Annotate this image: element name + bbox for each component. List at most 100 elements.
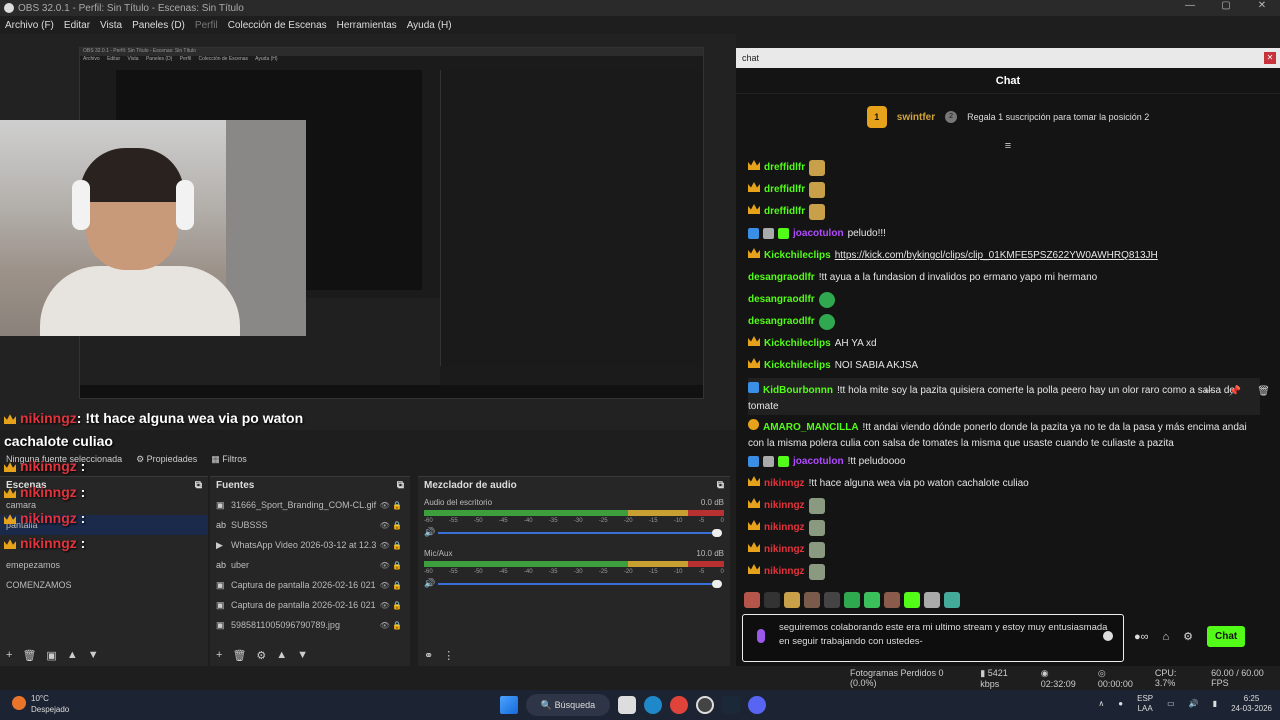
visibility-lock-icons[interactable]: 👁 🔒	[380, 541, 410, 550]
chat-user[interactable]: nikinngz	[764, 520, 805, 536]
weather-widget[interactable]: 10°C Despejado	[12, 693, 69, 715]
source-item[interactable]: ▣ Captura de pantalla 2026-02-16 021 👁 🔒	[210, 575, 410, 595]
users-icon[interactable]: ●∞	[1134, 631, 1149, 643]
maximize-button[interactable]: ▢	[1208, 0, 1244, 11]
battery-icon[interactable]: ▮	[1213, 699, 1217, 709]
source-item[interactable]: ▣ 31666_Sport_Branding_COM-CL.gif 👁 🔒	[210, 495, 410, 515]
chat-link[interactable]: https://kick.com/bykingcl/clips/clip_01K…	[835, 250, 1158, 261]
menu-paneles[interactable]: Paneles (D)	[127, 20, 190, 31]
gift-user[interactable]: swintfer	[897, 112, 935, 123]
volume-icon[interactable]: 🔊	[1189, 699, 1199, 709]
scene-item[interactable]: COMENZAMOS	[0, 575, 208, 595]
speaker-icon[interactable]: 🔊	[424, 578, 435, 589]
emoji-icon[interactable]	[1103, 631, 1113, 641]
menu-vista[interactable]: Vista	[95, 20, 127, 31]
filter-scene-icon[interactable]: ▣	[46, 649, 56, 662]
chat-user[interactable]: Kickchileclips	[764, 248, 831, 264]
source-item[interactable]: ab SUBSSS 👁 🔒	[210, 515, 410, 535]
source-item[interactable]: ▶ WhatsApp Video 2026-03-12 at 12.3 👁 🔒	[210, 535, 410, 555]
source-up-icon[interactable]: ▲	[276, 649, 287, 661]
chat-user[interactable]: desangraodlfr	[748, 314, 815, 330]
menu-archivo[interactable]: Archivo (F)	[0, 20, 59, 31]
chat-user[interactable]: AMARO_MANCILLA	[763, 422, 859, 433]
more-icon[interactable]: ⋮	[443, 649, 454, 662]
chat-user[interactable]: desangraodlfr	[748, 292, 815, 308]
menu-coleccion[interactable]: Colección de Escenas	[223, 20, 332, 31]
close-button[interactable]: ✕	[1244, 0, 1280, 11]
chat-user[interactable]: dreffidlfr	[764, 204, 805, 220]
chat-user[interactable]: desangraodlfr	[748, 270, 815, 286]
visibility-lock-icons[interactable]: 👁 🔒	[380, 581, 410, 590]
dock-float-icon[interactable]: ⧉	[717, 480, 724, 492]
emote-icon[interactable]	[824, 592, 840, 608]
microphone-icon[interactable]	[757, 629, 765, 643]
gear-icon[interactable]: ⚙	[1183, 630, 1193, 643]
chat-user[interactable]: KidBourbonnn	[763, 385, 833, 396]
chat-user[interactable]: joacotulon	[793, 454, 844, 470]
properties-button[interactable]: ⚙ Propiedades	[136, 454, 197, 465]
emote-icon[interactable]	[864, 592, 880, 608]
chrome-icon[interactable]	[670, 696, 688, 714]
remove-source-icon[interactable]: 🗑	[232, 649, 246, 662]
source-item[interactable]: ab uber 👁 🔒	[210, 555, 410, 575]
emote-icon[interactable]	[764, 592, 780, 608]
pinned-toggle-icon[interactable]: ≡	[736, 140, 1280, 154]
minimize-button[interactable]: —	[1172, 0, 1208, 11]
add-source-icon[interactable]: +	[216, 649, 222, 661]
dock-float-icon[interactable]: ⧉	[397, 480, 404, 492]
link-icon[interactable]: ⚭	[424, 649, 433, 662]
emote-icon[interactable]	[804, 592, 820, 608]
visibility-lock-icons[interactable]: 👁 🔒	[380, 621, 410, 630]
menu-editar[interactable]: Editar	[59, 20, 95, 31]
pin-icon[interactable]: 📌	[1229, 386, 1241, 397]
chat-user[interactable]: nikinngz	[764, 498, 805, 514]
edge-icon[interactable]	[644, 696, 662, 714]
close-icon[interactable]: ✕	[1264, 52, 1276, 64]
file-explorer-icon[interactable]	[618, 696, 636, 714]
emote-icon[interactable]	[884, 592, 900, 608]
chat-input[interactable]: seguiremos colaborando este era mi ultim…	[742, 614, 1124, 662]
add-scene-icon[interactable]: +	[6, 649, 12, 661]
delete-icon[interactable]: 🗑	[1257, 386, 1270, 397]
chat-user[interactable]: nikinngz	[764, 542, 805, 558]
chat-user[interactable]: dreffidlfr	[764, 160, 805, 176]
chat-user[interactable]: nikinngz	[764, 564, 805, 580]
chat-user[interactable]: Kickchileclips	[764, 336, 831, 352]
gear-icon[interactable]: ⚙	[256, 649, 266, 662]
source-down-icon[interactable]: ▼	[297, 649, 308, 661]
scene-down-icon[interactable]: ▼	[88, 649, 99, 661]
visibility-lock-icons[interactable]: 👁 🔒	[380, 561, 410, 570]
emote-icon[interactable]	[784, 592, 800, 608]
taskbar-search[interactable]: 🔍 Búsqueda	[526, 694, 610, 716]
visibility-lock-icons[interactable]: 👁 🔒	[380, 521, 410, 530]
visibility-lock-icons[interactable]: 👁 🔒	[380, 601, 410, 610]
scene-item[interactable]: emepezamos	[0, 555, 208, 575]
remove-scene-icon[interactable]: 🗑	[22, 649, 36, 662]
emote-icon[interactable]	[944, 592, 960, 608]
app-tray-icon[interactable]: ●	[1118, 699, 1123, 709]
chat-user[interactable]: nikinngz	[764, 476, 805, 492]
chat-user[interactable]: Kickchileclips	[764, 358, 831, 374]
chevron-up-icon[interactable]: ∧	[1098, 699, 1104, 709]
dock-float-icon[interactable]: ⧉	[195, 480, 202, 492]
source-item[interactable]: ▣ Captura de pantalla 2026-02-16 021 👁 🔒	[210, 595, 410, 615]
emote-icon[interactable]	[904, 592, 920, 608]
discord-icon[interactable]	[748, 696, 766, 714]
menu-perfil[interactable]: Perfil	[190, 20, 223, 31]
reply-icon[interactable]: ↩	[1204, 386, 1212, 397]
volume-slider[interactable]: 🔊	[424, 527, 724, 539]
steam-icon[interactable]	[722, 696, 740, 714]
clock[interactable]: 6:25 24-03-2026	[1231, 694, 1272, 714]
visibility-lock-icons[interactable]: 👁 🔒	[380, 501, 410, 510]
network-icon[interactable]: ▭	[1167, 699, 1175, 709]
speaker-icon[interactable]: 🔊	[424, 527, 435, 538]
store-icon[interactable]: ⌂	[1163, 631, 1170, 643]
chat-user[interactable]: joacotulon	[793, 226, 844, 242]
scene-up-icon[interactable]: ▲	[67, 649, 78, 661]
source-item[interactable]: ▣ 5985811005096790789.jpg 👁 🔒	[210, 615, 410, 635]
menu-herramientas[interactable]: Herramientas	[332, 20, 402, 31]
emote-icon[interactable]	[924, 592, 940, 608]
chat-user[interactable]: dreffidlfr	[764, 182, 805, 198]
emote-icon[interactable]	[844, 592, 860, 608]
volume-slider[interactable]: 🔊	[424, 578, 724, 590]
